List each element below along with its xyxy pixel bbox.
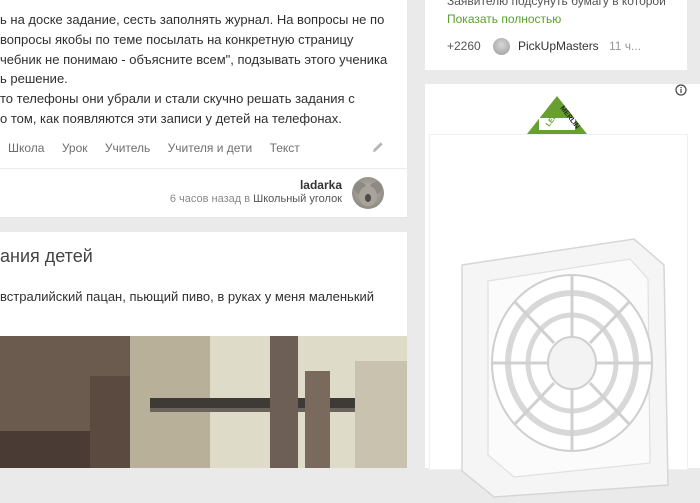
post-card: ь на доске задание, сесть заполнять журн… [0,0,407,218]
advertisement[interactable]: LEROY MERLIN [425,84,700,498]
tag-urok[interactable]: Урок [62,141,88,155]
ad-product-panel[interactable] [429,134,688,498]
post-body: ь на доске задание, сесть заполнять журн… [0,10,400,129]
post-line: то телефоны они убрали и стали скучно ре… [0,91,355,107]
divider [0,168,407,169]
pencil-icon[interactable] [372,141,384,153]
post-line: чебник не понимаю - объясните всем", под… [0,51,388,67]
sidebar-post-card: Заявителю подсунуть бумагу в которой Пок… [425,0,687,70]
community-link[interactable]: Школьный уголок [253,193,342,205]
leroy-merlin-logo[interactable]: LEROY MERLIN [525,94,589,136]
post-tags: Школа Урок Учитель Учителя и дети Текст [8,141,314,155]
sidebar-time: 11 ч... [609,39,642,53]
post-line: о том, как появляются эти записи у детей… [0,110,342,126]
sidebar-post-text: Заявителю подсунуть бумагу в которой [447,0,666,8]
photo-illustration [0,336,407,468]
author-avatar[interactable] [352,177,384,209]
user-avatar[interactable] [493,38,510,55]
post-time: 6 часов назад в [169,193,251,205]
exhaust-fan-image [461,238,669,498]
post-meta: 6 часов назад в Школьный уголок [170,193,342,205]
post-title[interactable]: ания детей [0,246,93,267]
post-author[interactable]: ladarka [300,178,342,192]
koala-avatar-icon [354,182,382,206]
post-line: ь на доске задание, сесть заполнять журн… [0,12,385,27]
tag-uchitel[interactable]: Учитель [105,141,150,155]
post-line: вопросы якобы по теме посылать на конкре… [0,31,354,47]
rating-count: +2260 [447,39,481,53]
post-excerpt: встралийский пацан, пьющий пиво, в руках… [0,289,375,304]
post-image[interactable] [0,336,407,468]
show-more-link[interactable]: Показать полностью [447,12,561,26]
sidebar-user-link[interactable]: PickUpMasters [518,39,599,53]
post-card-2: ания детей встралийский пацан, пьющий пи… [0,232,407,468]
tag-uchitelya-i-deti[interactable]: Учителя и дети [168,141,253,155]
post-line: ь решение. [0,71,68,87]
tag-shkola[interactable]: Школа [8,141,44,155]
info-icon[interactable] [675,84,687,96]
tag-tekst[interactable]: Текст [270,141,300,155]
